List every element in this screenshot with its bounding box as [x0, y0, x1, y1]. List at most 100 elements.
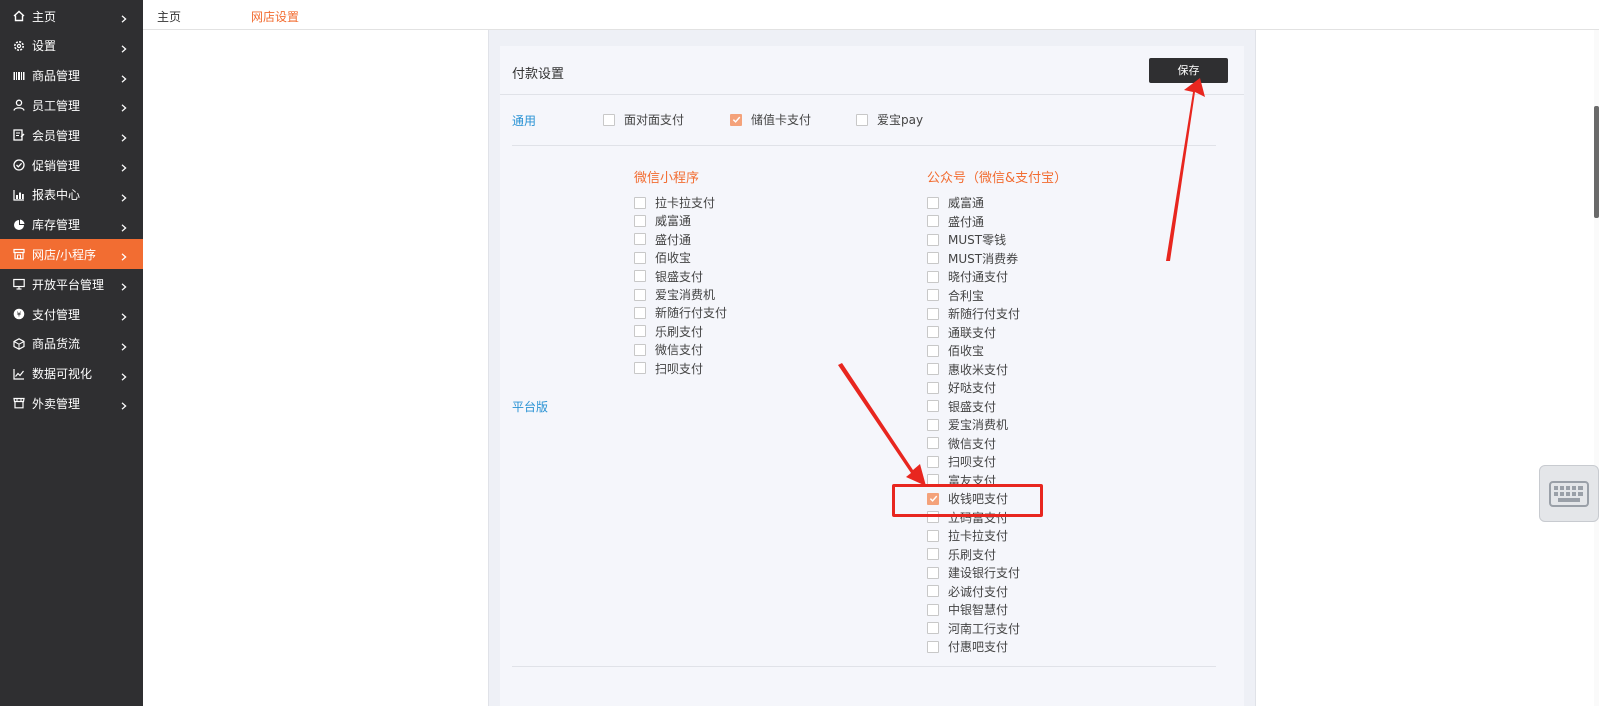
sidebar-item[interactable]: 外卖管理 — [0, 388, 143, 418]
sidebar-item[interactable]: 开放平台管理 — [0, 269, 143, 299]
keyboard-button[interactable] — [1539, 465, 1599, 522]
checkbox[interactable] — [927, 363, 939, 375]
payment-option[interactable]: 佰收宝 — [634, 249, 691, 266]
sidebar-item[interactable]: 网店/小程序 — [0, 239, 143, 270]
sidebar-item-label: 促销管理 — [32, 158, 81, 173]
payment-option[interactable]: 乐刷支付 — [634, 323, 703, 340]
checkbox[interactable] — [927, 196, 939, 209]
checkbox[interactable] — [927, 400, 939, 412]
checkbox[interactable] — [927, 437, 939, 449]
checkbox[interactable] — [634, 233, 646, 246]
payment-option[interactable]: MUST零钱 — [927, 231, 1006, 248]
checkbox[interactable] — [927, 455, 939, 468]
checkbox[interactable] — [927, 326, 939, 338]
checkbox[interactable] — [927, 252, 939, 264]
chevron-right-icon — [120, 42, 128, 53]
breadcrumb-current[interactable]: 网店设置 — [251, 8, 299, 25]
checkbox[interactable] — [730, 113, 742, 126]
payment-option[interactable]: 晓付通支付 — [927, 268, 1008, 285]
sidebar-item[interactable]: 报表中心 — [0, 180, 143, 210]
checkbox[interactable] — [634, 362, 646, 375]
payment-option[interactable]: 合利宝 — [927, 287, 984, 304]
breadcrumb-home[interactable]: 主页 — [157, 8, 181, 25]
checkbox[interactable] — [927, 381, 939, 394]
checkbox-label: 爱宝消费机 — [948, 418, 1009, 432]
payment-option[interactable]: 新随行付支付 — [634, 304, 727, 321]
checkbox[interactable] — [634, 251, 646, 264]
checkbox[interactable] — [927, 566, 939, 579]
checkbox[interactable] — [927, 307, 939, 320]
payment-option[interactable]: 中银智慧付 — [927, 601, 1008, 618]
payment-option[interactable]: 盛付通 — [927, 213, 984, 230]
payment-option[interactable]: 威富通 — [634, 212, 691, 229]
sidebar-item[interactable]: 库存管理 — [0, 210, 143, 240]
checkbox[interactable] — [634, 270, 646, 283]
payment-option[interactable]: 惠收米支付 — [927, 361, 1008, 378]
checkbox[interactable] — [634, 214, 646, 227]
payment-option[interactable]: 盛付通 — [634, 231, 691, 248]
sidebar-item[interactable]: 数据可视化 — [0, 359, 143, 389]
payment-option[interactable]: 通联支付 — [927, 324, 996, 341]
sidebar-item-label: 开放平台管理 — [32, 277, 105, 292]
save-button[interactable]: 保存 — [1149, 58, 1228, 83]
checkbox[interactable] — [634, 343, 646, 356]
payment-option[interactable]: 微信支付 — [634, 341, 703, 358]
checkbox[interactable] — [603, 113, 615, 126]
payment-option[interactable]: 拉卡拉支付 — [927, 527, 1008, 544]
checkbox[interactable] — [927, 289, 939, 301]
checkbox[interactable] — [927, 418, 939, 431]
payment-option[interactable]: 银盛支付 — [927, 398, 996, 415]
checkbox[interactable] — [634, 306, 646, 319]
payment-option[interactable]: 必诚付支付 — [927, 583, 1008, 600]
checkbox[interactable] — [927, 492, 939, 505]
payment-option[interactable]: 微信支付 — [927, 435, 996, 452]
divider — [512, 666, 1216, 667]
payment-option[interactable]: MUST消费券 — [927, 250, 1018, 267]
checkbox[interactable] — [927, 548, 939, 560]
checkbox[interactable] — [927, 270, 939, 283]
checkbox[interactable] — [927, 603, 939, 616]
checkbox[interactable] — [927, 622, 939, 634]
checkbox[interactable] — [927, 585, 939, 597]
payment-option[interactable]: 储值卡支付 — [730, 111, 811, 128]
payment-option[interactable]: 好哒支付 — [927, 379, 996, 396]
checkbox[interactable] — [856, 113, 868, 126]
payment-option[interactable]: 面对面支付 — [603, 111, 684, 128]
checkbox[interactable] — [927, 344, 939, 357]
payment-option[interactable]: 立码富支付 — [927, 509, 1008, 526]
sidebar-item[interactable]: 员工管理 — [0, 90, 143, 120]
sidebar-item[interactable]: 会员管理 — [0, 120, 143, 150]
sidebar-item[interactable]: 主页 — [0, 1, 143, 31]
sidebar-item[interactable]: 促销管理 — [0, 150, 143, 180]
checkbox[interactable] — [634, 325, 646, 338]
payment-option[interactable]: 银盛支付 — [634, 268, 703, 285]
payment-option[interactable]: 乐刷支付 — [927, 546, 996, 563]
payment-option[interactable]: 爱宝pay — [856, 111, 923, 128]
sidebar-item[interactable]: 设置 — [0, 31, 143, 61]
checkbox[interactable] — [927, 529, 939, 542]
page-scrollbar-thumb[interactable] — [1594, 106, 1599, 218]
checkbox[interactable] — [927, 474, 939, 486]
checkbox[interactable] — [927, 233, 939, 246]
payment-option[interactable]: 爱宝消费机 — [634, 286, 715, 303]
payment-option[interactable]: 扫呗支付 — [634, 360, 703, 377]
checkbox[interactable] — [634, 196, 646, 209]
checkbox[interactable] — [927, 511, 939, 523]
payment-option[interactable]: 爱宝消费机 — [927, 416, 1008, 433]
payment-option[interactable]: 河南工行支付 — [927, 620, 1020, 637]
payment-option[interactable]: 佰收宝 — [927, 342, 984, 359]
payment-option[interactable]: 威富通 — [927, 194, 984, 211]
payment-option[interactable]: 扫呗支付 — [927, 453, 996, 470]
sidebar-item[interactable]: ¥ 支付管理 — [0, 299, 143, 329]
sidebar-item[interactable]: 商品管理 — [0, 61, 143, 91]
checkbox[interactable] — [634, 288, 646, 301]
checkbox[interactable] — [927, 640, 939, 653]
payment-option[interactable]: 付惠吧支付 — [927, 638, 1008, 655]
payment-option[interactable]: 富友支付 — [927, 472, 996, 489]
payment-option[interactable]: 新随行付支付 — [927, 305, 1020, 322]
sidebar-item[interactable]: 商品货流 — [0, 329, 143, 359]
payment-option[interactable]: 收钱吧支付 — [927, 490, 1008, 507]
checkbox[interactable] — [927, 215, 939, 227]
payment-option[interactable]: 拉卡拉支付 — [634, 194, 715, 211]
payment-option[interactable]: 建设银行支付 — [927, 564, 1020, 581]
